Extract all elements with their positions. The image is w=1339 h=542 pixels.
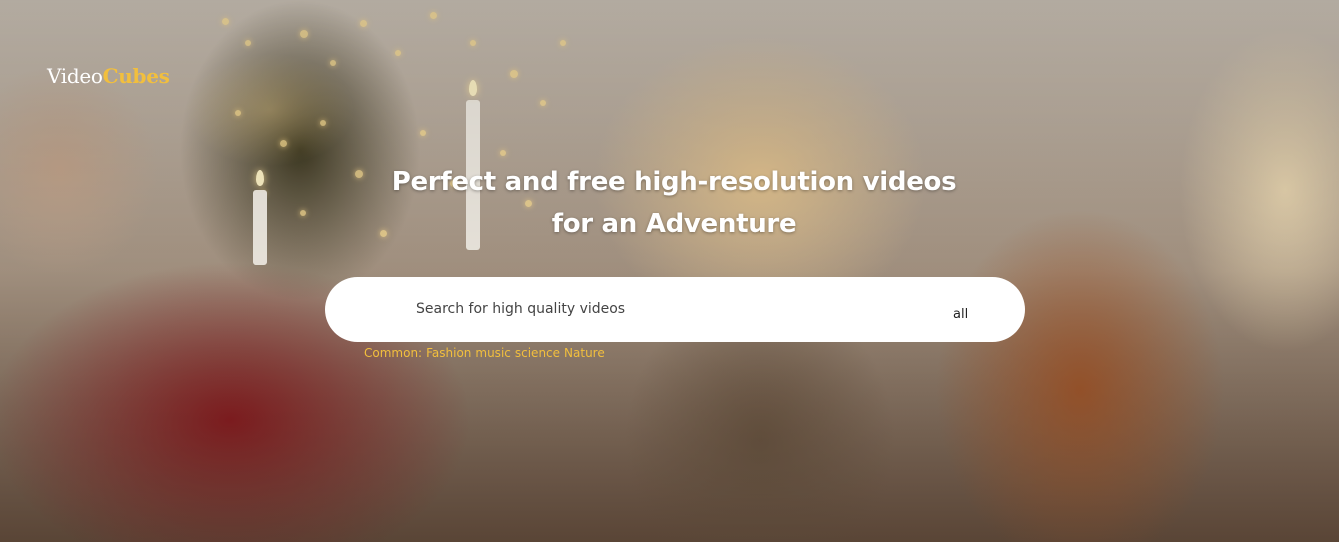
hero-overlay bbox=[0, 0, 1339, 542]
tag-link-nature[interactable]: Nature bbox=[564, 346, 605, 360]
tag-link-music[interactable]: music bbox=[475, 346, 510, 360]
headline-line-2: for an Adventure bbox=[551, 209, 797, 239]
tag-link-science[interactable]: science bbox=[515, 346, 560, 360]
logo-text-video: Video bbox=[47, 64, 103, 88]
headline-line-1: Perfect and free high-resolution videos bbox=[391, 167, 957, 197]
common-tags-label: Common: bbox=[364, 346, 423, 360]
logo-text-cubes: Cubes bbox=[102, 64, 170, 88]
common-tags: Common: Fashion music science Nature bbox=[364, 346, 609, 360]
hero-headline: Perfect and free high-resolution videos … bbox=[369, 161, 979, 245]
category-filter-dropdown[interactable]: all bbox=[953, 307, 968, 322]
site-logo[interactable]: VideoCubes bbox=[47, 64, 170, 88]
search-bar: all bbox=[325, 277, 1025, 342]
tag-link-fashion[interactable]: Fashion bbox=[426, 346, 471, 360]
search-input[interactable] bbox=[416, 298, 916, 320]
